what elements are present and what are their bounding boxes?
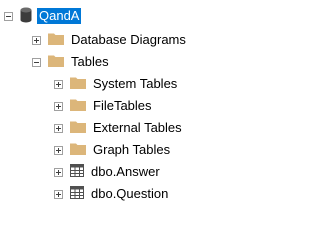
tree-node-graph-tables[interactable]: Graph Tables <box>54 140 172 160</box>
table-icon <box>70 186 84 202</box>
collapse-toggle-icon[interactable] <box>4 11 13 21</box>
table-icon <box>70 164 84 180</box>
folder-icon <box>48 54 64 70</box>
tree-node-database-diagrams[interactable]: Database Diagrams <box>32 30 188 50</box>
tree-node-label: System Tables <box>93 76 178 91</box>
folder-icon <box>70 98 86 114</box>
expand-toggle-icon[interactable] <box>54 101 63 111</box>
expand-toggle-icon[interactable] <box>32 35 41 45</box>
folder-icon <box>70 76 86 92</box>
folder-icon <box>48 32 64 48</box>
tree-node-database[interactable]: QandA <box>4 6 82 26</box>
tree-node-label: QandA <box>37 8 82 24</box>
tree-node-label: Tables <box>71 54 109 69</box>
tree-node-tables[interactable]: Tables <box>32 52 111 72</box>
tree-node-table-answer[interactable]: dbo.Answer <box>54 162 162 182</box>
object-explorer-tree: QandA Database Diagrams Tables System Ta… <box>0 0 209 209</box>
database-icon <box>20 7 32 26</box>
expand-toggle-icon[interactable] <box>54 79 63 89</box>
expand-toggle-icon[interactable] <box>54 189 63 199</box>
tree-node-label: Graph Tables <box>93 142 171 157</box>
folder-icon <box>70 142 86 158</box>
expand-toggle-icon[interactable] <box>54 167 63 177</box>
tree-node-file-tables[interactable]: FileTables <box>54 96 154 116</box>
expand-toggle-icon[interactable] <box>54 145 63 155</box>
tree-node-external-tables[interactable]: External Tables <box>54 118 184 138</box>
tree-node-label: FileTables <box>93 98 152 113</box>
tree-node-label: dbo.Question <box>91 186 169 201</box>
folder-icon <box>70 120 86 136</box>
expand-toggle-icon[interactable] <box>54 123 63 133</box>
tree-node-label: dbo.Answer <box>91 164 160 179</box>
collapse-toggle-icon[interactable] <box>32 57 41 67</box>
tree-node-system-tables[interactable]: System Tables <box>54 74 179 94</box>
tree-node-label: External Tables <box>93 120 182 135</box>
tree-node-table-question[interactable]: dbo.Question <box>54 184 170 204</box>
tree-node-label: Database Diagrams <box>71 32 186 47</box>
